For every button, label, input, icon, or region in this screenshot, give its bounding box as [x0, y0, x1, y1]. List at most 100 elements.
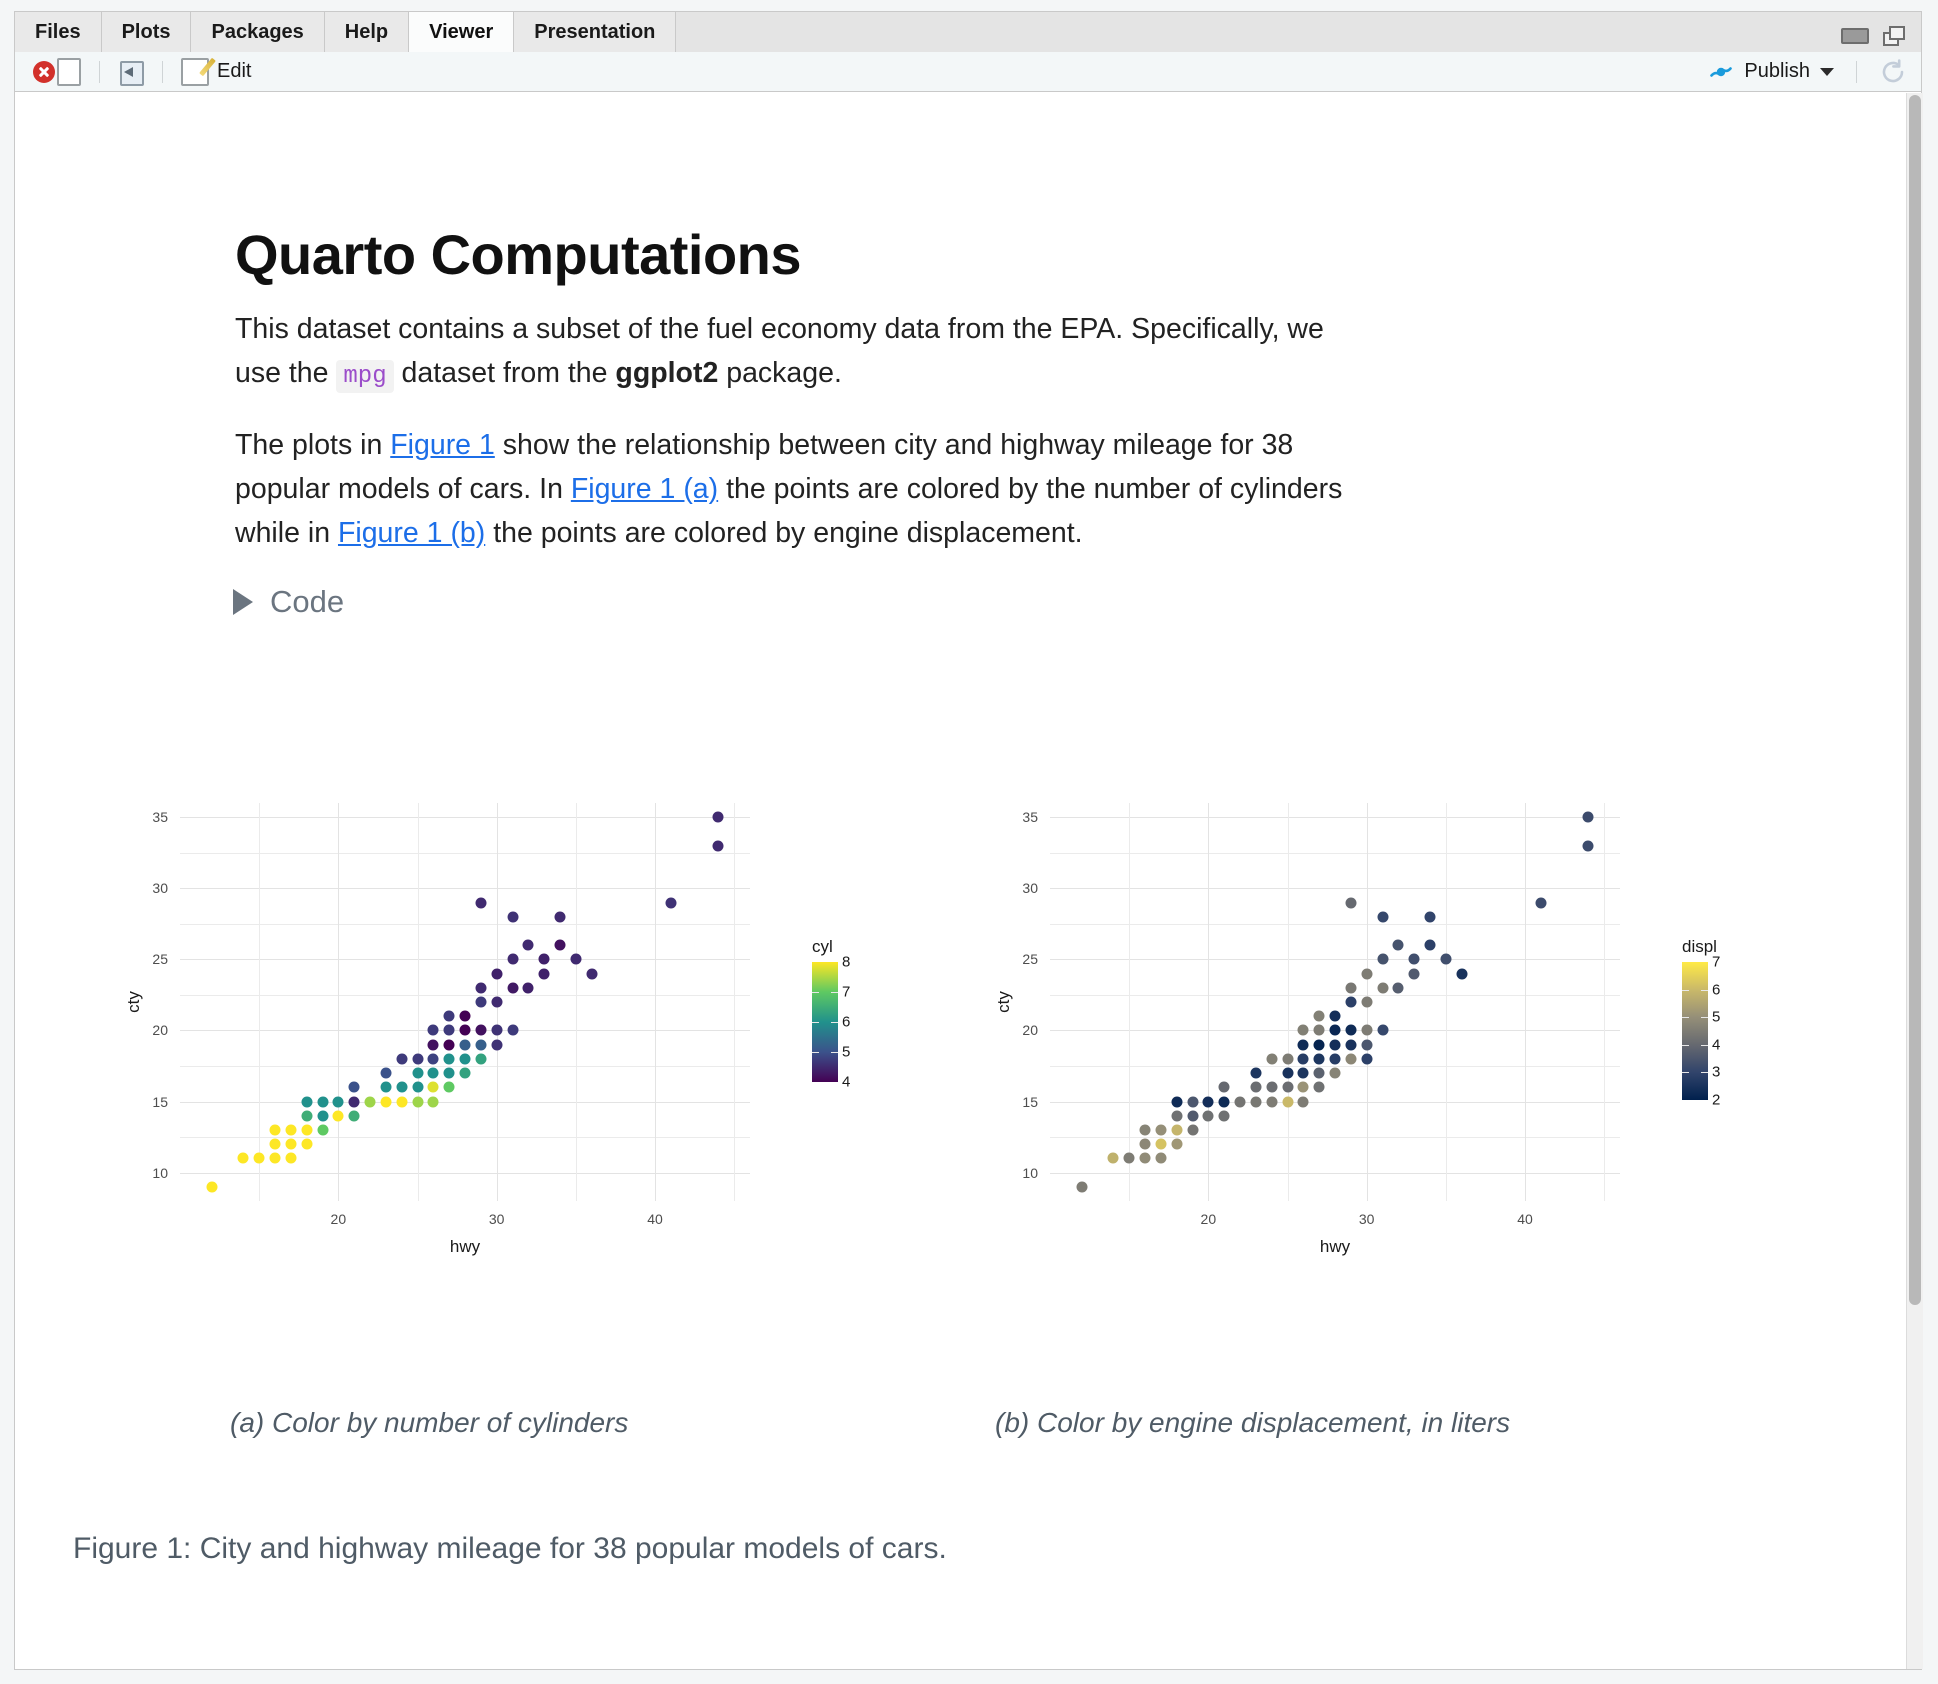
data-point: [491, 968, 503, 980]
scrollbar-thumb[interactable]: [1909, 95, 1921, 1305]
gridline-vertical: [1208, 803, 1210, 1201]
legend-tick-label: 7: [842, 983, 851, 1001]
data-point: [586, 968, 598, 980]
data-point: [1139, 1152, 1151, 1164]
data-point: [427, 1024, 439, 1036]
data-point: [1297, 1096, 1309, 1107]
data-point: [1155, 1124, 1167, 1136]
data-point: [1313, 1024, 1325, 1036]
legend-tick-label: 4: [842, 1073, 851, 1091]
data-point: [1202, 1096, 1214, 1107]
data-point: [1361, 1024, 1373, 1036]
data-point: [475, 897, 487, 908]
x-axis-title: hwy: [1319, 1237, 1351, 1256]
gridline-horizontal: [180, 888, 750, 890]
page-title: Quarto Computations: [235, 223, 802, 286]
data-point: [507, 982, 518, 994]
data-point: [427, 1067, 439, 1079]
data-point: [1408, 968, 1420, 980]
data-point: [1582, 811, 1594, 823]
stop-icon: [33, 60, 55, 83]
show-in-new-window-button[interactable]: [112, 58, 150, 86]
data-point: [427, 1053, 439, 1065]
code-toggle-label: Code: [270, 584, 345, 619]
x-axis-tick-label: 30: [488, 1211, 505, 1227]
minimize-icon[interactable]: [1841, 28, 1869, 44]
maximize-icon[interactable]: [1883, 26, 1905, 46]
y-axis-tick-label: 35: [1022, 809, 1038, 826]
data-point: [1329, 1067, 1341, 1079]
data-point: [396, 1081, 408, 1093]
data-point: [491, 996, 503, 1008]
inline-code-mpg: mpg: [336, 360, 394, 393]
data-point: [1440, 953, 1452, 965]
refresh-icon[interactable]: [1879, 58, 1907, 86]
tab-label: Help: [344, 20, 389, 43]
code-disclosure-toggle[interactable]: Code: [233, 584, 344, 620]
toolbar-right-group: Publish: [1708, 58, 1921, 86]
edit-button[interactable]: Edit: [175, 56, 257, 88]
y-axis-tick-label: 20: [1022, 1022, 1038, 1039]
data-point: [1377, 911, 1388, 923]
data-point: [427, 1096, 439, 1107]
data-point: [412, 1053, 423, 1065]
tab-packages[interactable]: Packages: [191, 12, 325, 52]
stop-button[interactable]: [27, 56, 87, 88]
tab-help[interactable]: Help: [324, 12, 410, 52]
data-point: [269, 1124, 281, 1136]
data-point: [1361, 968, 1373, 980]
figure-row: 10 15 20 25 30 35 20 30 40 cty hwy cyl 8 7 6 5 4 10 15 20 2…: [55, 797, 1865, 1257]
legend-tick-mark: [831, 1022, 838, 1023]
data-point: [1218, 1081, 1230, 1093]
tab-viewer[interactable]: Viewer: [409, 12, 515, 52]
data-point: [443, 1039, 455, 1051]
triangle-right-icon: [233, 589, 253, 615]
gridline-horizontal: [1050, 959, 1620, 961]
data-point: [1535, 897, 1547, 908]
data-point: [348, 1081, 360, 1093]
data-point: [1361, 996, 1373, 1008]
data-point: [507, 1024, 518, 1036]
y-axis-tick-label: 25: [152, 951, 168, 968]
data-point: [1155, 1152, 1167, 1164]
data-point: [1345, 897, 1357, 908]
chevron-down-icon[interactable]: [1820, 67, 1834, 76]
link-figure-1[interactable]: Figure 1: [390, 429, 495, 461]
legend-tick-label: 5: [1712, 1008, 1721, 1026]
ref-text-part1: The plots in: [235, 429, 391, 461]
tab-label: Viewer: [429, 20, 494, 43]
tab-presentation[interactable]: Presentation: [514, 12, 677, 52]
data-point: [1361, 1053, 1373, 1065]
vertical-scrollbar[interactable]: [1906, 93, 1923, 1669]
publish-button-label[interactable]: Publish: [1744, 60, 1810, 83]
legend-tick-mark: [1682, 1044, 1689, 1046]
link-figure-1a[interactable]: Figure 1 (a): [571, 473, 718, 505]
link-figure-1b[interactable]: Figure 1 (b): [338, 517, 485, 549]
legend-tick-mark: [1701, 1044, 1708, 1046]
window-controls: [1841, 26, 1921, 52]
tab-label: Plots: [121, 20, 171, 43]
data-point: [1155, 1138, 1167, 1150]
data-point: [443, 1010, 455, 1022]
legend-tick-mark: [831, 1052, 838, 1053]
legend-tick-label: 2: [1712, 1091, 1721, 1109]
x-axis-title: hwy: [449, 1237, 481, 1256]
legend-tick-mark: [831, 992, 838, 993]
tab-files[interactable]: Files: [15, 12, 102, 52]
data-point: [1408, 953, 1420, 965]
data-point: [1171, 1110, 1183, 1122]
y-axis-tick-label: 20: [152, 1022, 168, 1039]
bold-ggplot2: ggplot2: [615, 357, 719, 389]
data-point: [1282, 1053, 1293, 1065]
tab-plots[interactable]: Plots: [101, 12, 192, 52]
data-point: [522, 939, 534, 951]
data-point: [507, 953, 518, 965]
data-point: [332, 1096, 344, 1107]
intro-text-part3: package.: [718, 357, 842, 389]
data-point: [665, 897, 677, 908]
subcaption-a: (a) Color by number of cylinders: [230, 1407, 629, 1438]
data-point: [364, 1096, 376, 1107]
data-point: [1171, 1096, 1183, 1107]
data-point: [443, 1024, 455, 1036]
y-axis-tick-label: 15: [1022, 1093, 1038, 1110]
